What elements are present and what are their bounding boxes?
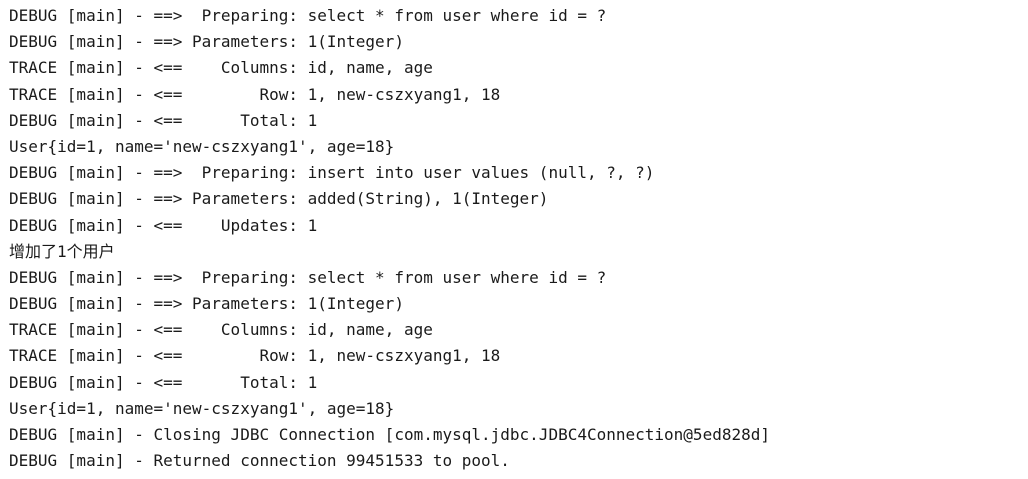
log-line: User{id=1, name='new-cszxyang1', age=18} (9, 136, 395, 156)
log-line: 增加了1个用户 (9, 241, 115, 261)
log-line: DEBUG [main] - ==> Parameters: added(Str… (9, 189, 549, 209)
log-line: TRACE [main] - <== Columns: id, name, ag… (9, 58, 433, 78)
log-line: DEBUG [main] - <== Total: 1 (9, 372, 318, 392)
log-line: DEBUG [main] - ==> Preparing: select * f… (9, 267, 607, 287)
log-line: DEBUG [main] - Returned connection 99451… (9, 451, 510, 471)
log-line: TRACE [main] - <== Columns: id, name, ag… (9, 320, 433, 340)
log-line: DEBUG [main] - ==> Preparing: select * f… (9, 6, 607, 25)
log-line: DEBUG [main] - Closing JDBC Connection [… (9, 425, 770, 444)
log-line: DEBUG [main] - ==> Preparing: insert int… (9, 163, 655, 183)
console-output[interactable]: DEBUG [main] - ==> Preparing: select * f… (9, 3, 1019, 475)
log-line: DEBUG [main] - ==> Parameters: 1(Integer… (9, 294, 404, 314)
log-line: DEBUG [main] - ==> Parameters: 1(Integer… (9, 32, 404, 52)
log-line: DEBUG [main] - <== Total: 1 (9, 110, 318, 130)
log-line: TRACE [main] - <== Row: 1, new-cszxyang1… (9, 84, 501, 104)
log-line: TRACE [main] - <== Row: 1, new-cszxyang1… (9, 346, 501, 366)
log-line: User{id=1, name='new-cszxyang1', age=18} (9, 398, 395, 418)
log-line: DEBUG [main] - <== Updates: 1 (9, 215, 318, 235)
